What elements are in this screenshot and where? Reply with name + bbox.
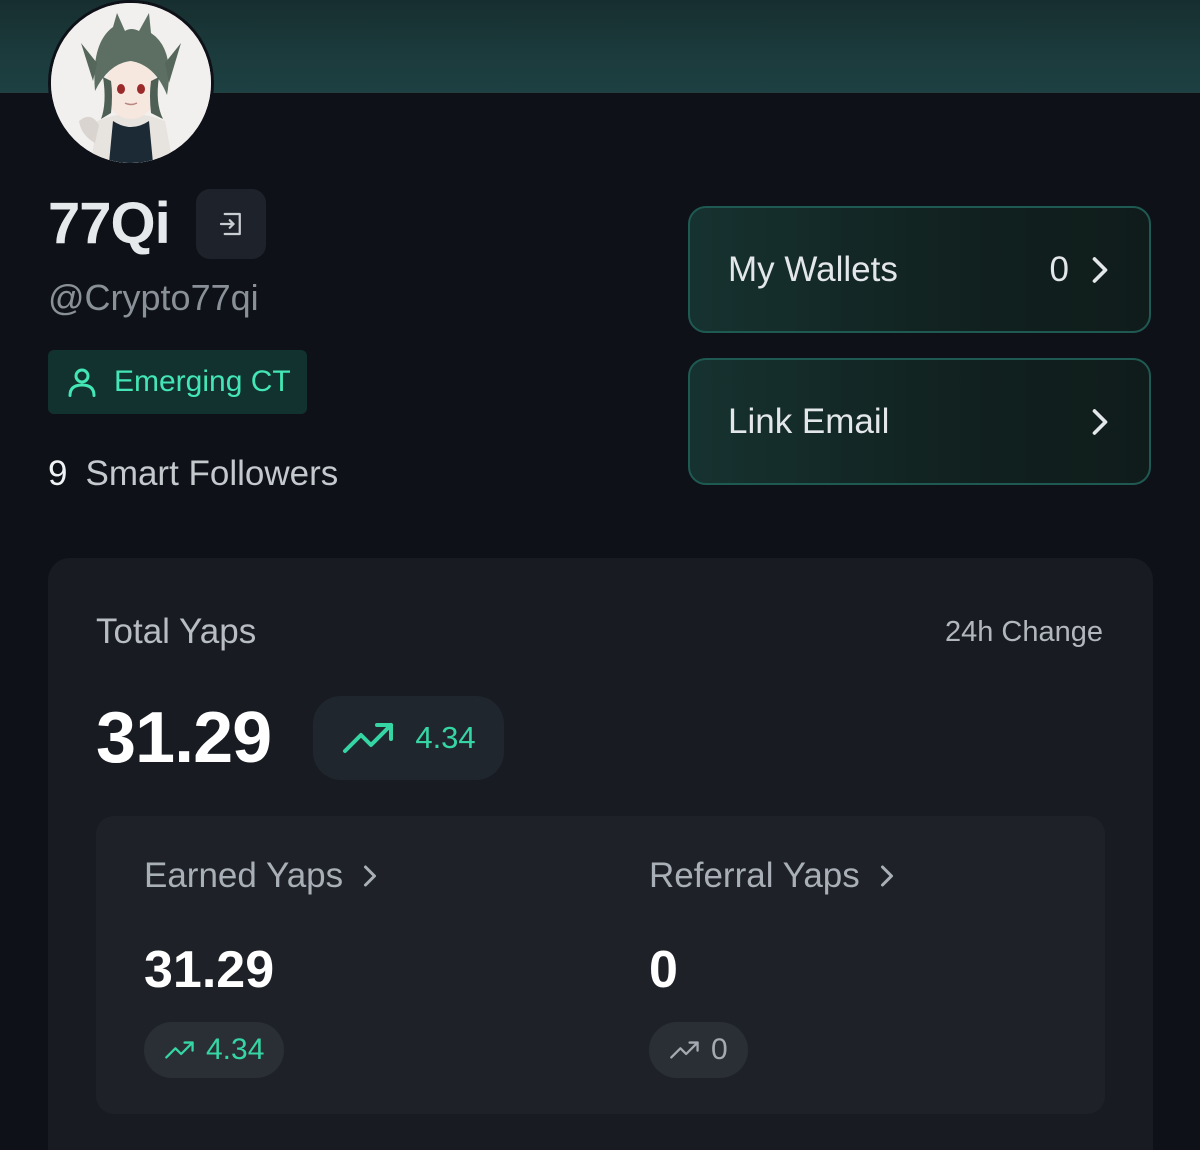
trending-up-icon — [165, 1041, 194, 1059]
chevron-right-icon — [1092, 408, 1108, 435]
tier-badge: Emerging CT — [48, 350, 307, 414]
trending-up-icon — [670, 1041, 699, 1059]
referral-yaps-change-value: 0 — [711, 1033, 728, 1066]
link-email-button[interactable]: Link Email — [688, 358, 1151, 485]
user-handle: @Crypto77qi — [48, 277, 259, 318]
trending-up-icon — [343, 723, 394, 753]
earned-yaps-label: Earned Yaps — [144, 856, 344, 895]
referral-yaps-value: 0 — [649, 941, 678, 999]
avatar-image — [51, 3, 211, 163]
earned-yaps-link[interactable]: Earned Yaps — [144, 856, 379, 896]
referral-yaps-link[interactable]: Referral Yaps — [649, 856, 896, 896]
earned-yaps-value: 31.29 — [144, 941, 275, 999]
link-email-label: Link Email — [728, 401, 890, 441]
total-yaps-change-value: 4.34 — [415, 720, 476, 755]
profile-page: 77Qi @Crypto77qi Emerging CT 9 Smart Foll… — [0, 0, 1200, 1150]
smart-followers-label: Smart Followers — [85, 454, 339, 493]
total-yaps-value: 31.29 — [96, 698, 272, 778]
my-wallets-right: 0 — [1050, 250, 1111, 290]
referral-yaps-change-badge: 0 — [649, 1022, 748, 1078]
logout-icon — [219, 212, 241, 236]
change-24h-label: 24h Change — [944, 616, 1103, 648]
name-row: 77Qi — [48, 188, 266, 260]
yaps-breakdown: Earned Yaps 31.29 4.34 Referral Yaps 0 0 — [96, 816, 1105, 1114]
avatar[interactable] — [48, 0, 214, 166]
chevron-right-icon — [364, 865, 377, 887]
yaps-panel: Total Yaps 24h Change 31.29 4.34 Earned … — [48, 558, 1153, 1150]
display-name: 77Qi — [48, 191, 171, 256]
total-yaps-label: Total Yaps — [96, 612, 257, 651]
total-yaps-change-badge: 4.34 — [313, 696, 504, 780]
tier-label: Emerging CT — [114, 365, 291, 398]
smart-followers-count: 9 — [48, 454, 68, 493]
earned-yaps-change-value: 4.34 — [206, 1033, 265, 1066]
logout-button[interactable] — [195, 189, 266, 259]
wallets-count: 0 — [1049, 249, 1069, 289]
chevron-right-icon — [880, 865, 893, 887]
referral-yaps-label: Referral Yaps — [649, 856, 860, 895]
smart-followers: 9 Smart Followers — [48, 454, 338, 494]
earned-yaps-change-badge: 4.34 — [144, 1022, 285, 1078]
chevron-right-icon — [1092, 256, 1108, 283]
user-icon — [68, 368, 96, 397]
my-wallets-label: My Wallets — [728, 249, 898, 289]
my-wallets-button[interactable]: My Wallets 0 — [688, 206, 1151, 333]
